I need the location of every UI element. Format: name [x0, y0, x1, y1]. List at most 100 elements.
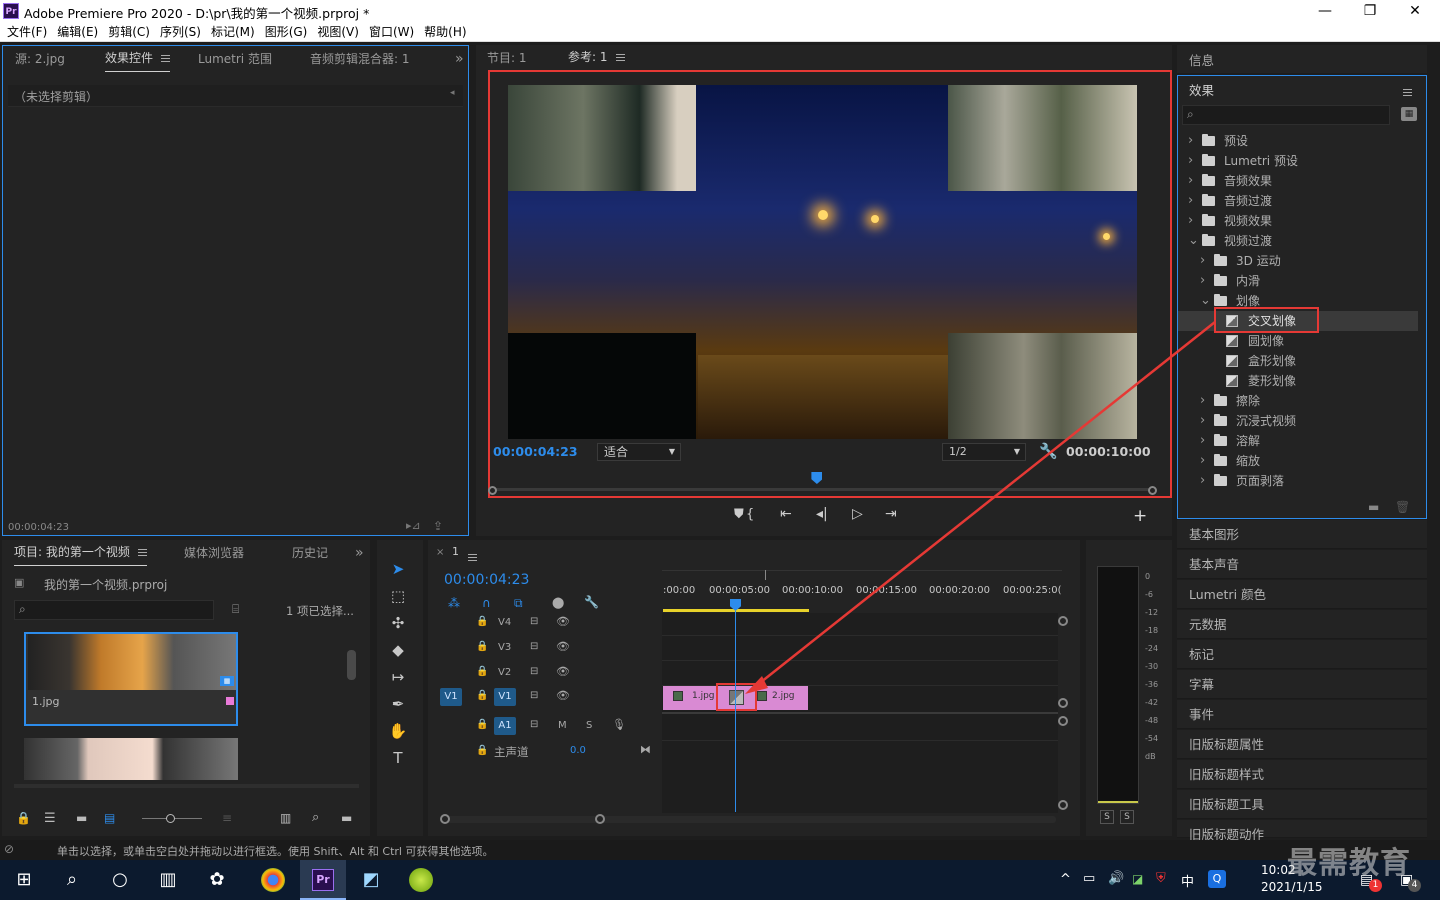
- sync-lock-icon[interactable]: ⊟: [530, 616, 538, 627]
- selection-tool-icon[interactable]: ➤: [386, 558, 410, 580]
- eye-icon[interactable]: 👁: [556, 615, 570, 628]
- timeline-timecode[interactable]: 00:00:04:23: [444, 572, 529, 588]
- menu-clip[interactable]: 剪辑(C): [103, 22, 155, 42]
- microphone-icon[interactable]: 🎙: [612, 718, 626, 731]
- tab-program[interactable]: 节目: 1: [487, 45, 527, 71]
- project-h-scrollbar[interactable]: [14, 784, 359, 788]
- chevron-down-icon[interactable]: ⌄: [1200, 291, 1211, 311]
- go-to-end-icon[interactable]: ⧓: [640, 743, 651, 756]
- maximize-button[interactable]: ❐: [1347, 0, 1393, 22]
- panel-overflow-icon[interactable]: »: [455, 46, 464, 72]
- program-timecode[interactable]: 00:00:04:23: [493, 444, 578, 459]
- effect-folder[interactable]: › 3D 运动: [1178, 251, 1418, 271]
- track-label[interactable]: V1: [494, 688, 516, 706]
- project-scrollbar[interactable]: [347, 650, 356, 680]
- zoom-slider-handle[interactable]: [166, 814, 175, 823]
- solo-button[interactable]: S: [586, 720, 592, 731]
- chrome-icon[interactable]: [261, 868, 285, 892]
- close-button[interactable]: ✕: [1392, 0, 1438, 22]
- minimize-button[interactable]: —: [1302, 0, 1348, 22]
- panel-menu-icon[interactable]: [161, 55, 171, 62]
- linked-selection-icon[interactable]: ⧉: [514, 596, 523, 611]
- lock-icon[interactable]: 🔒: [476, 641, 488, 652]
- side-panel-tab[interactable]: 旧版标题属性: [1177, 730, 1427, 759]
- menu-view[interactable]: 视图(V): [312, 22, 364, 42]
- eye-icon[interactable]: 👁: [556, 689, 570, 702]
- chevron-right-icon[interactable]: ›: [1200, 251, 1205, 271]
- lock-icon[interactable]: 🔒: [16, 811, 31, 825]
- find-icon[interactable]: ⌸: [232, 602, 239, 617]
- wrench-icon[interactable]: 🔧: [584, 595, 599, 609]
- menu-window[interactable]: 窗口(W): [364, 22, 419, 42]
- freeform-view-icon[interactable]: ▤: [104, 811, 115, 825]
- tab-effect-controls[interactable]: 效果控件: [105, 46, 171, 72]
- new-bin-icon[interactable]: ▦: [1401, 107, 1417, 121]
- tab-sequence[interactable]: 1: [452, 545, 459, 558]
- share-icon[interactable]: ⇪: [433, 519, 443, 533]
- panel-overflow-icon[interactable]: »: [355, 540, 364, 566]
- tab-reference[interactable]: 参考: 1: [568, 45, 625, 71]
- effect-folder[interactable]: › 预设: [1178, 131, 1418, 151]
- solo-right-button[interactable]: S: [1120, 810, 1134, 824]
- nvidia-icon[interactable]: ◪: [1132, 872, 1143, 886]
- v-scroll-handle[interactable]: [1058, 616, 1068, 626]
- menu-sequence[interactable]: 序列(S): [155, 22, 206, 42]
- windows-start-icon[interactable]: ⊞: [8, 864, 40, 896]
- fit-dropdown[interactable]: 适合 ▼: [597, 443, 681, 461]
- chevron-right-icon[interactable]: ›: [1200, 271, 1205, 291]
- scroll-handle-right[interactable]: [595, 814, 605, 824]
- type-tool-icon[interactable]: T: [386, 747, 410, 769]
- pen-tool-icon[interactable]: ✒: [386, 693, 410, 715]
- cortana-icon[interactable]: ○: [104, 864, 136, 896]
- notes-app-icon[interactable]: ◩: [355, 864, 387, 896]
- clip-thumbnail-2[interactable]: [24, 738, 238, 780]
- effect-folder[interactable]: › 音频效果: [1178, 171, 1418, 191]
- v-scroll-handle[interactable]: [1058, 800, 1068, 810]
- info-title[interactable]: 信息: [1189, 50, 1214, 69]
- hand-tool-icon[interactable]: ✋: [386, 720, 410, 742]
- timeline-h-scrollbar[interactable]: [444, 816, 1056, 823]
- source-patch-v1[interactable]: V1: [440, 688, 462, 706]
- trash-icon[interactable]: 🗑: [1395, 500, 1410, 514]
- solo-left-button[interactable]: S: [1100, 810, 1114, 824]
- clip-thumbnail-1[interactable]: ▦ 1.jpg: [24, 632, 238, 726]
- side-panel-tab[interactable]: 事件: [1177, 700, 1427, 729]
- tab-source[interactable]: 源: 2.jpg: [15, 46, 65, 72]
- tab-audio-clip-mixer[interactable]: 音频剪辑混合器: 1: [310, 46, 410, 72]
- menu-help[interactable]: 帮助(H): [419, 22, 471, 42]
- nest-icon[interactable]: ⁂: [448, 596, 460, 610]
- sync-lock-icon[interactable]: ⊟: [530, 690, 538, 701]
- collapse-icon[interactable]: ◂: [450, 88, 455, 98]
- slip-tool-icon[interactable]: ↦: [386, 666, 410, 688]
- chevron-up-icon[interactable]: ^: [1060, 872, 1071, 887]
- lock-icon[interactable]: 🔒: [476, 719, 488, 730]
- side-panel-tab[interactable]: 旧版标题工具: [1177, 790, 1427, 819]
- tab-history[interactable]: 历史记: [292, 540, 328, 566]
- export-frame-icon[interactable]: ▸⊿: [406, 519, 421, 532]
- eye-icon[interactable]: 👁: [556, 665, 570, 678]
- panel-menu-icon[interactable]: [615, 54, 625, 61]
- chevron-right-icon[interactable]: ›: [1188, 131, 1193, 151]
- new-bin-footer-icon[interactable]: ▬: [341, 811, 352, 825]
- ripple-edit-tool-icon[interactable]: ✣: [386, 612, 410, 634]
- eye-icon[interactable]: 👁: [556, 640, 570, 653]
- mute-button[interactable]: M: [558, 720, 567, 731]
- icon-view-icon[interactable]: ▬: [76, 811, 87, 825]
- lock-icon[interactable]: 🔒: [476, 616, 488, 627]
- sync-lock-icon[interactable]: ⊟: [530, 666, 538, 677]
- effects-title[interactable]: 效果: [1189, 80, 1214, 99]
- side-panel-tab[interactable]: 旧版标题动作: [1177, 820, 1427, 842]
- effect-folder[interactable]: › 视频效果: [1178, 211, 1418, 231]
- find-footer-icon[interactable]: ⌕: [312, 810, 319, 825]
- chevron-right-icon[interactable]: ›: [1188, 171, 1193, 191]
- master-volume[interactable]: 0.0: [570, 745, 586, 756]
- scroll-handle-left[interactable]: [440, 814, 450, 824]
- lock-icon[interactable]: 🔒: [476, 745, 488, 756]
- qq-icon[interactable]: Q: [1208, 870, 1226, 888]
- tab-project[interactable]: 项目: 我的第一个视频: [14, 540, 147, 566]
- tab-lumetri-scopes[interactable]: Lumetri 范围: [198, 46, 272, 72]
- effect-folder[interactable]: ⌄ 视频过渡: [1178, 231, 1418, 251]
- list-view-icon[interactable]: ☰: [44, 811, 56, 826]
- sort-icon[interactable]: ≡: [222, 811, 232, 825]
- menu-marker[interactable]: 标记(M): [206, 22, 260, 42]
